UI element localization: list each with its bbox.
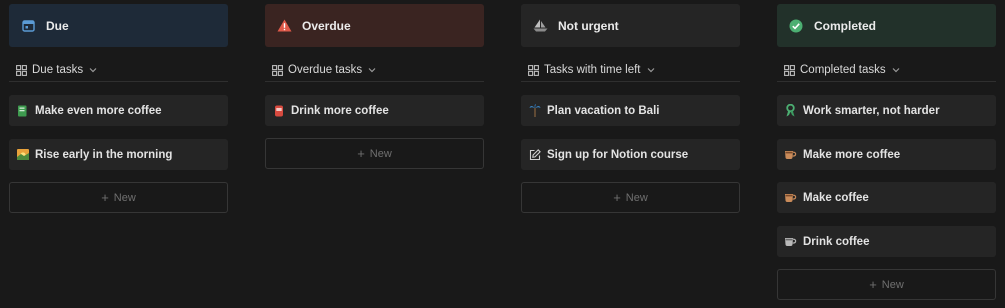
new-card-button[interactable]: + New	[9, 182, 228, 213]
warning-icon	[276, 18, 292, 34]
view-label: Due tasks	[32, 64, 84, 76]
view-label: Tasks with time left	[544, 64, 641, 76]
sailboat-icon	[532, 18, 548, 34]
column-header-due[interactable]: Due	[9, 4, 228, 47]
column-header-overdue[interactable]: Overdue	[265, 4, 484, 47]
card-title: Drink more coffee	[291, 104, 389, 117]
chevron-down-icon[interactable]	[368, 67, 376, 73]
red-can-icon	[272, 104, 285, 117]
coffee-icon	[784, 148, 797, 161]
board-view-icon	[784, 64, 795, 76]
column-header-not-urgent[interactable]: Not urgent	[521, 4, 740, 47]
view-label: Overdue tasks	[288, 64, 363, 76]
new-card-button[interactable]: + New	[777, 269, 996, 300]
card-title: Drink coffee	[803, 235, 870, 248]
task-card[interactable]: Drink coffee	[777, 226, 996, 257]
task-card[interactable]: Work smarter, not harder	[777, 95, 996, 126]
edit-icon	[528, 148, 541, 161]
card-title: Rise early in the morning	[35, 148, 173, 161]
task-card[interactable]: Plan vacation to Bali	[521, 95, 740, 126]
card-title: Make more coffee	[803, 148, 901, 161]
check-circle-icon	[788, 18, 804, 34]
column-title: Not urgent	[558, 18, 619, 33]
column-header-completed[interactable]: Completed	[777, 4, 996, 47]
card-title: Sign up for Notion course	[547, 148, 689, 161]
plus-icon: +	[357, 146, 365, 161]
column-title: Due	[46, 18, 69, 33]
green-book-icon	[16, 104, 29, 117]
new-card-button[interactable]: + New	[265, 138, 484, 169]
ribbon-icon	[784, 104, 797, 117]
task-card[interactable]: Make even more coffee	[9, 95, 228, 126]
task-card[interactable]: Drink more coffee	[265, 95, 484, 126]
calendar-icon	[20, 18, 36, 34]
plus-icon: +	[869, 277, 877, 292]
chevron-down-icon[interactable]	[647, 67, 655, 73]
board-view-icon	[16, 64, 27, 76]
coffee-icon	[784, 191, 797, 204]
coffee-icon	[784, 235, 797, 248]
board-view-icon	[528, 64, 539, 76]
kanban-board: Due Due tasks Make even more coffee Rise…	[0, 0, 1005, 308]
chevron-down-icon[interactable]	[89, 67, 97, 73]
new-label: New	[113, 191, 136, 204]
card-title: Make even more coffee	[35, 104, 162, 117]
task-card[interactable]: Make coffee	[777, 182, 996, 213]
palm-tree-icon	[528, 104, 541, 117]
chevron-down-icon[interactable]	[892, 67, 900, 73]
view-selector-completed[interactable]: Completed tasks	[777, 59, 996, 82]
column-completed: Completed Completed tasks Work smarter, …	[777, 4, 996, 300]
card-title: Plan vacation to Bali	[547, 104, 660, 117]
card-title: Make coffee	[803, 191, 869, 204]
column-not-urgent: Not urgent Tasks with time left Plan vac…	[521, 4, 740, 213]
column-overdue: Overdue Overdue tasks Drink more coffee …	[265, 4, 484, 169]
view-selector-overdue[interactable]: Overdue tasks	[265, 59, 484, 82]
plus-icon: +	[101, 190, 109, 205]
new-label: New	[369, 147, 392, 160]
sunrise-icon	[16, 148, 29, 161]
column-title: Overdue	[302, 18, 351, 33]
column-title: Completed	[814, 18, 877, 33]
board-view-icon	[272, 64, 283, 76]
plus-icon: +	[613, 190, 621, 205]
new-label: New	[625, 191, 648, 204]
column-due: Due Due tasks Make even more coffee Rise…	[9, 4, 228, 213]
task-card[interactable]: Make more coffee	[777, 139, 996, 170]
new-card-button[interactable]: + New	[521, 182, 740, 213]
view-selector-due[interactable]: Due tasks	[9, 59, 228, 82]
new-label: New	[881, 278, 904, 291]
view-label: Completed tasks	[800, 64, 886, 76]
task-card[interactable]: Rise early in the morning	[9, 139, 228, 170]
view-selector-not-urgent[interactable]: Tasks with time left	[521, 59, 740, 82]
task-card[interactable]: Sign up for Notion course	[521, 139, 740, 170]
card-title: Work smarter, not harder	[803, 104, 940, 117]
